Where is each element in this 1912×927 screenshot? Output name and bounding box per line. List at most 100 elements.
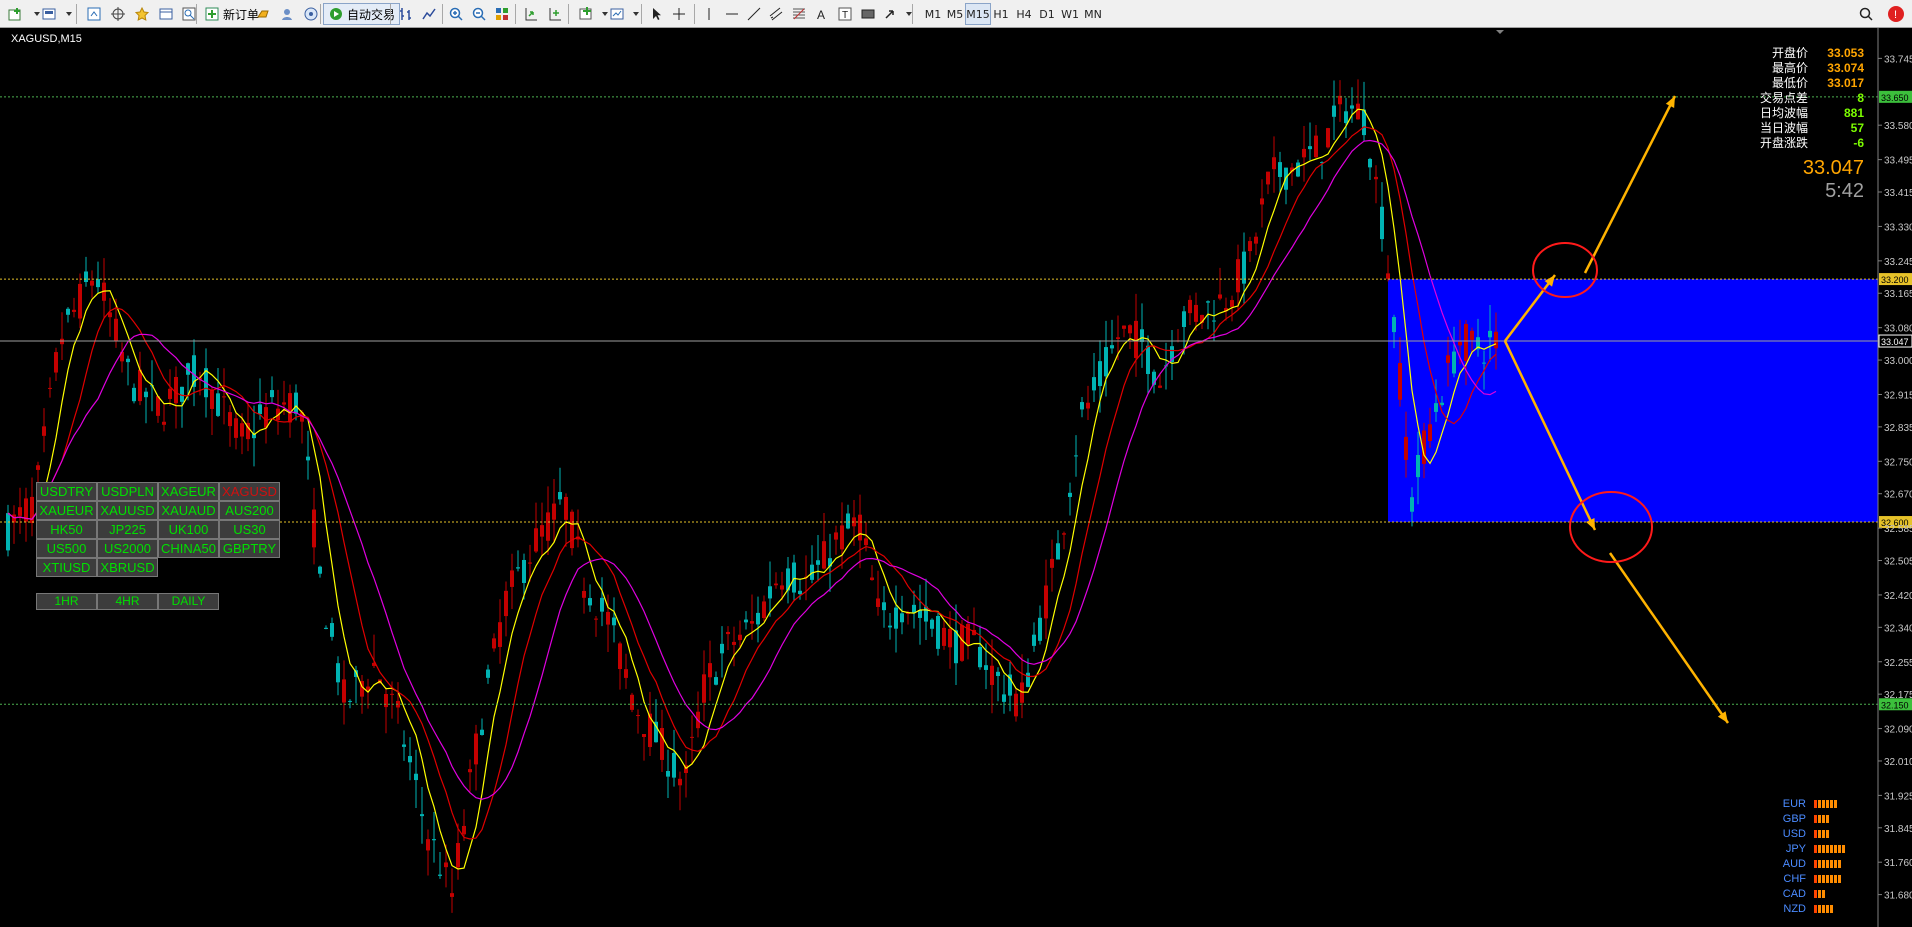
- info-value: 881: [1843, 106, 1864, 120]
- candle-body: [1044, 585, 1048, 619]
- toolbar-separator: [568, 4, 569, 24]
- channel-icon[interactable]: [765, 3, 787, 25]
- candle-body: [408, 756, 412, 763]
- candle-body: [714, 677, 718, 685]
- cursor-icon[interactable]: [645, 3, 667, 25]
- info-label: 交易点差: [1759, 91, 1808, 105]
- price-level-tag-text: 33.650: [1881, 93, 1909, 103]
- candle-body: [840, 525, 844, 550]
- candle-body: [18, 507, 22, 516]
- candle-body: [738, 634, 742, 641]
- favorites-icon[interactable]: [131, 3, 153, 25]
- symbol-button-usdpln[interactable]: USDPLN: [97, 482, 158, 501]
- candle-body: [678, 778, 682, 786]
- candle-body: [1032, 634, 1036, 646]
- new-chart-button[interactable]: [4, 3, 26, 25]
- symbol-button-us2000[interactable]: US2000: [97, 539, 158, 558]
- zoom-in-icon[interactable]: [445, 3, 467, 25]
- symbol-button-xagusd[interactable]: XAGUSD: [219, 482, 280, 501]
- candle-body: [1404, 436, 1408, 460]
- vertical-line-icon[interactable]: [698, 3, 720, 25]
- text-label-icon[interactable]: T: [834, 3, 856, 25]
- market-watch-icon[interactable]: [83, 3, 105, 25]
- auto-trading-button[interactable]: 自动交易: [323, 3, 401, 25]
- info-value: -6: [1853, 136, 1864, 150]
- symbol-button-china50[interactable]: CHINA50: [158, 539, 219, 558]
- price-axis-label: 32.915: [1884, 390, 1912, 401]
- chart-shift-icon[interactable]: [544, 3, 566, 25]
- trendline-icon[interactable]: [743, 3, 765, 25]
- price-axis-label: 33.745: [1884, 54, 1912, 65]
- candle-body: [966, 623, 970, 645]
- candle-body: [42, 426, 46, 436]
- symbol-button-xageur[interactable]: XAGEUR: [158, 482, 219, 501]
- chart-area[interactable]: 33.650 33.200 33.047 32.600 32.150 33.745 33.5…: [0, 28, 1912, 927]
- horizontal-line-icon[interactable]: [721, 3, 743, 25]
- navigator-icon[interactable]: [107, 3, 129, 25]
- symbol-button-xtiusd[interactable]: XTIUSD: [36, 558, 97, 577]
- info-value: 33.017: [1827, 76, 1864, 90]
- crosshair-icon[interactable]: [668, 3, 690, 25]
- candle-body: [36, 465, 40, 470]
- toolbar-separator: [515, 4, 516, 24]
- strength-bars: [1814, 814, 1829, 823]
- timeframe-button-daily[interactable]: DAILY: [158, 593, 219, 610]
- symbol-button-gbptry[interactable]: GBPTRY: [219, 539, 280, 558]
- candle-body: [390, 693, 394, 695]
- candle-body: [1488, 330, 1492, 338]
- alert-icon[interactable]: !: [1885, 3, 1907, 25]
- info-label: 开盘涨跌: [1759, 136, 1808, 150]
- candle-body: [90, 280, 94, 286]
- info-row-spread: 交易点差 8: [1740, 91, 1864, 106]
- gold-bars-icon[interactable]: [253, 3, 275, 25]
- candle-body: [1446, 355, 1450, 363]
- search-icon[interactable]: [1855, 3, 1877, 25]
- symbol-button-jp225[interactable]: JP225: [97, 520, 158, 539]
- price-axis-label: 33.495: [1884, 156, 1912, 167]
- candle-body: [1092, 377, 1096, 391]
- candle-body: [444, 862, 448, 868]
- tile-windows-icon[interactable]: [491, 3, 513, 25]
- symbol-button-aus200[interactable]: AUS200: [219, 501, 280, 520]
- rectangle-icon[interactable]: [857, 3, 879, 25]
- dropdown-arrow-icon[interactable]: [625, 3, 647, 25]
- candle-body: [174, 376, 178, 404]
- symbol-button-hk50[interactable]: HK50: [36, 520, 97, 539]
- signals-icon[interactable]: [276, 3, 298, 25]
- symbol-button-usdtry[interactable]: USDTRY: [36, 482, 97, 501]
- candle-body: [1146, 345, 1150, 375]
- symbol-button-uk100[interactable]: UK100: [158, 520, 219, 539]
- price-axis-label: 32.505: [1884, 557, 1912, 568]
- candle-body: [1458, 341, 1462, 346]
- fibonacci-icon[interactable]: [788, 3, 810, 25]
- symbol-button-us30[interactable]: US30: [219, 520, 280, 539]
- symbol-button-xbrusd[interactable]: XBRUSD: [97, 558, 158, 577]
- candle-body: [1380, 206, 1384, 240]
- candle-body: [1368, 158, 1372, 168]
- timeframe-mn[interactable]: MN: [1080, 3, 1106, 25]
- projection-arrow-up-extended: [1583, 95, 1677, 274]
- timeframe-button-1hr[interactable]: 1HR: [36, 593, 97, 610]
- symbol-button-us500[interactable]: US500: [36, 539, 97, 558]
- symbol-button-xaueur[interactable]: XAUEUR: [36, 501, 97, 520]
- market-icon[interactable]: [300, 3, 322, 25]
- candle-body: [1452, 351, 1456, 374]
- terminal-icon[interactable]: [155, 3, 177, 25]
- candle-body: [6, 513, 10, 551]
- candle-body: [666, 770, 670, 777]
- zoom-out-icon[interactable]: [468, 3, 490, 25]
- auto-scroll-icon[interactable]: [520, 3, 542, 25]
- current-price: 33.047: [1802, 157, 1864, 179]
- symbol-button-xauusd[interactable]: XAUUSD: [97, 501, 158, 520]
- candle-body: [228, 412, 232, 427]
- candle-body: [822, 541, 826, 569]
- line-chart-icon[interactable]: [418, 3, 440, 25]
- currency-name: GBP: [1782, 812, 1806, 825]
- candle-body: [948, 628, 952, 648]
- bar-chart-icon[interactable]: [395, 3, 417, 25]
- profiles-button[interactable]: [38, 3, 60, 25]
- dropdown-arrow-icon[interactable]: [898, 3, 920, 25]
- timeframe-button-4hr[interactable]: 4HR: [97, 593, 158, 610]
- symbol-button-xauaud[interactable]: XAUAUD: [158, 501, 219, 520]
- text-icon[interactable]: A: [811, 3, 833, 25]
